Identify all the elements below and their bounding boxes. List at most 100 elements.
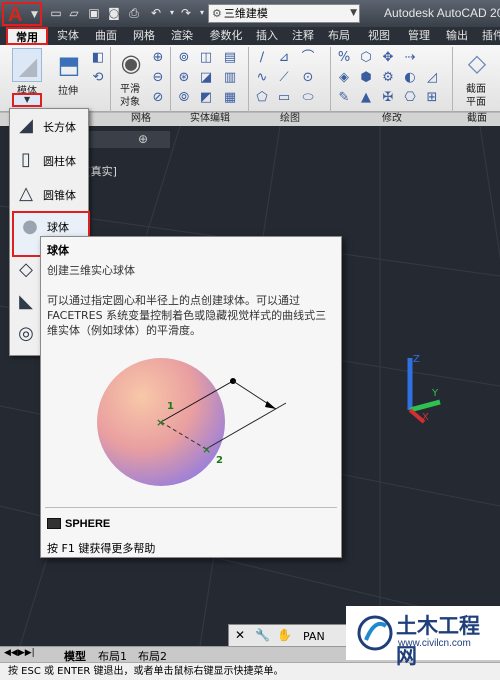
stretch-icon[interactable]: ✠ xyxy=(380,90,396,106)
tab-view[interactable]: 视图 xyxy=(364,27,394,45)
menu-item-box[interactable]: ◢ 长方体 xyxy=(10,111,88,141)
arc-icon[interactable]: ⌒ xyxy=(300,50,316,66)
tab-parametric[interactable]: 参数化 xyxy=(204,27,248,45)
command-line[interactable]: ✕ 🔧 ✋ PAN xyxy=(228,624,350,648)
smooth-label-2: 对象 xyxy=(120,97,140,108)
new-file-icon[interactable]: ▭ xyxy=(48,5,64,21)
circle-icon[interactable]: ⊙ xyxy=(300,70,316,86)
revolve-icon[interactable]: ⟲ xyxy=(90,70,106,86)
open-file-icon[interactable]: ▱ xyxy=(66,5,82,21)
tab-surface[interactable]: 曲面 xyxy=(90,27,122,45)
move-icon[interactable]: % xyxy=(336,50,352,66)
3d-rotate-icon[interactable]: ⬡ xyxy=(358,50,374,66)
panel-solid-edit[interactable]: 实体编辑 xyxy=(172,112,248,126)
menu-item-label: 圆锥体 xyxy=(43,189,76,202)
tooltip-title: 球体 xyxy=(47,244,69,257)
command-icon xyxy=(47,518,61,529)
tab-insert[interactable]: 插入 xyxy=(252,27,282,45)
union-icon[interactable]: ⊚ xyxy=(176,50,192,66)
box-button[interactable]: ◢ xyxy=(12,48,42,82)
modeling-dropdown[interactable]: ▼ xyxy=(12,93,42,107)
line-icon[interactable]: ∕ xyxy=(254,50,270,66)
ellipse-icon[interactable]: ⬭ xyxy=(300,90,316,106)
undo-icon[interactable]: ↶ xyxy=(148,5,164,21)
3d-array-icon[interactable]: ⚙ xyxy=(380,70,396,86)
panel-modify[interactable]: 修改 xyxy=(332,112,452,126)
svg-text:Y: Y xyxy=(431,388,439,399)
tab-render[interactable]: 渲染 xyxy=(166,27,198,45)
smooth-object-icon[interactable]: ◉ xyxy=(116,48,146,78)
save-icon[interactable]: ▣ xyxy=(86,5,102,21)
section-label-2: 平面 xyxy=(466,97,486,108)
extract-edges-icon[interactable]: ▥ xyxy=(222,70,238,86)
polyline-icon[interactable]: ⊿ xyxy=(276,50,292,66)
sphere-icon: ● xyxy=(22,216,38,237)
application-menu-button[interactable]: A ▼ xyxy=(2,2,42,26)
tab-annotate[interactable]: 注释 xyxy=(288,27,318,45)
svg-text:X: X xyxy=(422,412,429,423)
3d-move-icon[interactable]: ✥ xyxy=(380,50,396,66)
save-as-icon[interactable]: ◙ xyxy=(106,5,122,21)
match-properties-icon[interactable]: ✎ xyxy=(336,90,352,106)
fillet-icon[interactable]: ◐ xyxy=(402,70,418,86)
new-tab-icon[interactable]: ⊕ xyxy=(136,132,150,146)
wrench-icon[interactable]: 🔧 xyxy=(255,628,270,642)
intersect-icon[interactable]: ⦾ xyxy=(176,90,192,106)
workspace-selector[interactable]: ⚙ 三维建模 ▼ xyxy=(208,4,360,23)
layout-nav-arrows[interactable]: ◀◀▶▶| xyxy=(4,648,35,658)
shell-icon[interactable]: ▦ xyxy=(222,90,238,106)
chevron-down-icon: ▼ xyxy=(350,8,357,18)
align-icon[interactable]: ▲ xyxy=(358,90,374,106)
presspull-icon[interactable]: ◧ xyxy=(90,50,106,66)
3d-mirror-icon[interactable]: ⬢ xyxy=(358,70,374,86)
app-title: Autodesk AutoCAD 20 xyxy=(384,6,500,20)
mesh-smooth-more-icon[interactable]: ⊕ xyxy=(150,50,166,66)
tab-solid[interactable]: 实体 xyxy=(52,27,84,45)
array-icon[interactable]: ⊞ xyxy=(424,90,440,106)
redo-icon[interactable]: ↷ xyxy=(178,5,194,21)
explode-icon[interactable]: ⎔ xyxy=(402,90,418,106)
menu-item-cylinder[interactable]: ▯ 圆柱体 xyxy=(10,145,88,175)
helix-icon[interactable]: ⟋ xyxy=(276,70,292,86)
interfere-icon[interactable]: ◪ xyxy=(198,70,214,86)
tab-output[interactable]: 输出 xyxy=(442,27,472,45)
point-marker-2: 2 xyxy=(216,455,223,466)
copy-icon[interactable]: ◈ xyxy=(336,70,352,86)
mesh-smooth-less-icon[interactable]: ⊖ xyxy=(150,70,166,86)
polygon-icon[interactable]: ⬠ xyxy=(254,90,270,106)
chevron-down-icon: ▼ xyxy=(24,95,31,104)
svg-text:×: × xyxy=(202,443,211,456)
divider xyxy=(45,507,337,508)
panel-mesh[interactable]: 网格 xyxy=(112,112,170,126)
tab-manage[interactable]: 管理 xyxy=(404,27,434,45)
menu-item-label: 长方体 xyxy=(43,121,76,134)
gear-icon: ⚙ xyxy=(212,7,222,20)
menu-item-label: 圆柱体 xyxy=(43,155,76,168)
extrude-icon[interactable]: ⬒ xyxy=(54,50,84,80)
sphere-illustration: × × 1 2 xyxy=(97,358,287,486)
svg-text:×: × xyxy=(156,416,165,429)
tab-mesh[interactable]: 网格 xyxy=(128,27,160,45)
slice-icon[interactable]: ◫ xyxy=(198,50,214,66)
refine-mesh-icon[interactable]: ⊘ xyxy=(150,90,166,106)
chamfer-icon[interactable]: ◿ xyxy=(424,70,440,86)
menu-item-cone[interactable]: △ 圆锥体 xyxy=(10,179,88,209)
workspace-label: 三维建模 xyxy=(223,7,268,20)
section-plane-icon[interactable]: ◇ xyxy=(462,48,492,78)
rectangle-icon[interactable]: ▭ xyxy=(276,90,292,106)
subtract-icon[interactable]: ⊛ xyxy=(176,70,192,86)
wedge-icon: ◣ xyxy=(19,291,33,312)
trim-icon[interactable]: ⇢ xyxy=(402,50,418,66)
tab-plugins[interactable]: 插件 xyxy=(478,27,500,45)
print-icon[interactable]: ⎙ xyxy=(126,5,142,21)
spline-icon[interactable]: ∿ xyxy=(254,70,270,86)
svg-text:Z: Z xyxy=(413,354,420,365)
thicken-icon[interactable]: ▤ xyxy=(222,50,238,66)
tab-home[interactable]: 常用 xyxy=(6,27,48,45)
tab-layout[interactable]: 布局 xyxy=(324,27,354,45)
close-icon[interactable]: ✕ xyxy=(235,628,245,642)
imprint-icon[interactable]: ◩ xyxy=(198,90,214,106)
panel-section[interactable]: 截面 xyxy=(454,112,500,126)
watermark-logo-icon xyxy=(357,615,393,651)
panel-draw[interactable]: 绘图 xyxy=(250,112,330,126)
